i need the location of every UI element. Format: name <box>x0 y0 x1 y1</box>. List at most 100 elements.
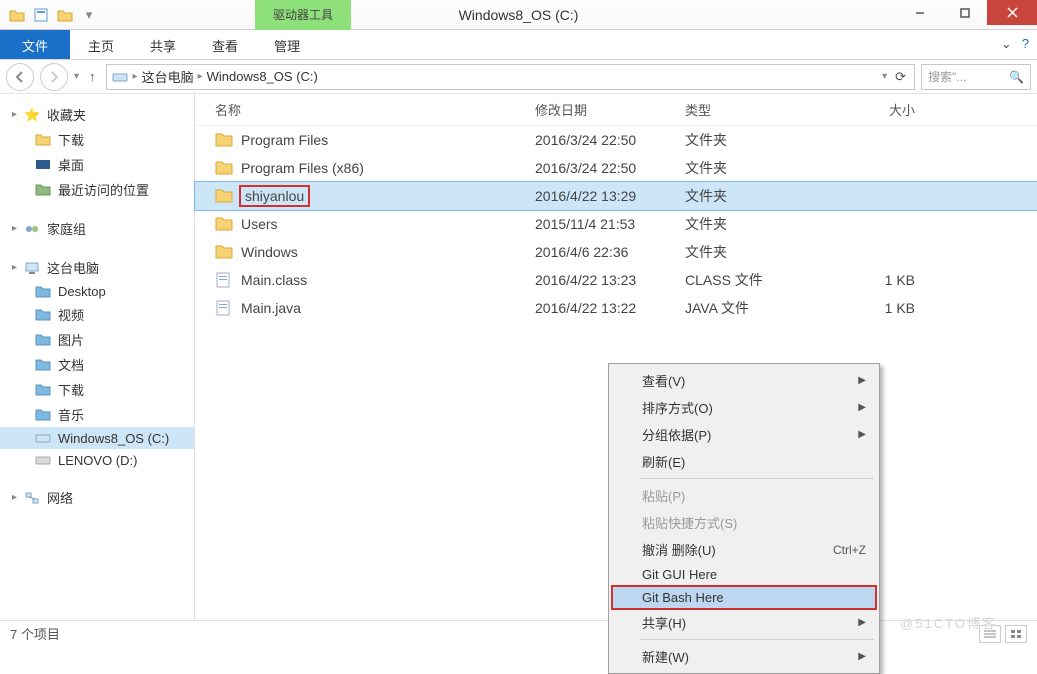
menu-item[interactable]: Git Bash Here <box>612 586 876 609</box>
chevron-right-icon: ▶ <box>858 617 866 628</box>
network-icon <box>23 490 41 506</box>
context-menu: 查看(V)▶排序方式(O)▶分组依据(P)▶刷新(E)粘贴(P)粘贴快捷方式(S… <box>608 363 880 674</box>
minimize-button[interactable] <box>897 0 942 25</box>
folder-icon <box>215 244 233 260</box>
file-name: Windows <box>241 244 298 260</box>
file-date: 2016/3/24 22:50 <box>535 132 685 148</box>
file-date: 2016/4/22 13:22 <box>535 300 685 316</box>
menu-label: 刷新(E) <box>642 452 685 471</box>
properties-icon[interactable] <box>30 4 52 26</box>
tree-network[interactable]: ▸ 网络 <box>0 485 194 510</box>
folder-icon <box>34 307 52 323</box>
file-name: Program Files <box>241 132 328 148</box>
tree-favorites[interactable]: ▸ ⭐ 收藏夹 <box>0 102 194 127</box>
item-count: 7 个项目 <box>10 624 60 643</box>
menu-item[interactable]: 排序方式(O) ▶ <box>612 394 876 421</box>
tab-home[interactable]: 主页 <box>70 30 132 59</box>
file-name: Main.class <box>241 272 307 288</box>
navigation-tree[interactable]: ▸ ⭐ 收藏夹 下载 桌面 最近访问的位置 ▸ 家庭组 ▸ 这台电脑 Deskt… <box>0 94 195 620</box>
folder-icon <box>34 357 52 373</box>
menu-item[interactable]: Git GUI Here <box>612 563 876 586</box>
menu-item[interactable]: 新建(W) ▶ <box>612 643 876 670</box>
menu-label: 撤消 删除(U) <box>642 540 716 559</box>
tree-item[interactable]: 图片 <box>0 327 194 352</box>
menu-item[interactable]: 撤消 删除(U)Ctrl+Z <box>612 536 876 563</box>
tree-item[interactable]: Desktop <box>0 280 194 302</box>
file-row[interactable]: Main.class2016/4/22 13:23CLASS 文件1 KB <box>195 266 1037 294</box>
new-folder-icon[interactable] <box>54 4 76 26</box>
chevron-icon: ▸ <box>12 223 17 234</box>
tree-downloads[interactable]: 下载 <box>0 127 194 152</box>
drive-icon <box>34 452 52 468</box>
tree-thispc[interactable]: ▸ 这台电脑 <box>0 255 194 280</box>
column-headers[interactable]: 名称 修改日期 类型 大小 <box>195 94 1037 126</box>
file-type: JAVA 文件 <box>685 298 835 318</box>
file-icon <box>215 272 233 288</box>
chevron-right-icon: ▶ <box>858 402 866 413</box>
icons-view-button[interactable] <box>1005 625 1027 643</box>
menu-item[interactable]: 刷新(E) <box>612 448 876 475</box>
maximize-button[interactable] <box>942 0 987 25</box>
qat-dropdown-icon[interactable]: ▾ <box>78 4 100 26</box>
breadcrumb-path[interactable]: Windows8_OS (C:) <box>207 69 318 84</box>
breadcrumb-root[interactable]: 这台电脑 <box>142 67 194 86</box>
col-date[interactable]: 修改日期 <box>535 100 685 119</box>
menu-item[interactable]: 查看(V)▶ <box>612 367 876 394</box>
folder-icon <box>34 407 52 423</box>
menu-item[interactable]: 共享(H)▶ <box>612 609 876 636</box>
ribbon-expand-icon[interactable]: ⌄ <box>1001 36 1012 52</box>
file-row[interactable]: Users2015/11/4 21:53文件夹 <box>195 210 1037 238</box>
tab-file[interactable]: 文件 <box>0 30 70 59</box>
tree-recent[interactable]: 最近访问的位置 <box>0 177 194 202</box>
search-icon: 🔍 <box>1009 70 1024 84</box>
chevron-down-icon[interactable]: ▾ <box>882 71 887 82</box>
file-row[interactable]: Main.java2016/4/22 13:22JAVA 文件1 KB <box>195 294 1037 322</box>
watermark: @51CTO博客 <box>900 613 997 632</box>
chevron-right-icon: ▶ <box>858 651 866 662</box>
menu-item[interactable]: 分组依据(P)▶ <box>612 421 876 448</box>
tree-drive-d[interactable]: LENOVO (D:) <box>0 449 194 471</box>
chevron-right-icon[interactable]: ▸ <box>133 71 138 82</box>
up-button[interactable]: ↑ <box>85 69 100 84</box>
file-name: Main.java <box>241 300 301 316</box>
tree-item[interactable]: 文档 <box>0 352 194 377</box>
file-name: shiyanlou <box>241 187 308 205</box>
back-button[interactable] <box>6 63 34 91</box>
recent-dropdown-icon[interactable]: ▾ <box>74 71 79 82</box>
menu-label: 新建(W) <box>642 647 689 666</box>
tree-item[interactable]: 下载 <box>0 377 194 402</box>
contextual-tooltab: 驱动器工具 <box>255 0 351 30</box>
chevron-right-icon[interactable]: ▸ <box>198 71 203 82</box>
tree-drive-c[interactable]: Windows8_OS (C:) <box>0 427 194 449</box>
menu-label: 排序方式(O) <box>642 398 713 417</box>
tree-item[interactable]: 视频 <box>0 302 194 327</box>
tab-view[interactable]: 查看 <box>194 30 256 59</box>
computer-icon <box>23 260 41 276</box>
file-row[interactable]: Windows2016/4/6 22:36文件夹 <box>195 238 1037 266</box>
col-size[interactable]: 大小 <box>835 100 915 119</box>
col-type[interactable]: 类型 <box>685 100 835 119</box>
tab-share[interactable]: 共享 <box>132 30 194 59</box>
file-row[interactable]: shiyanlou2016/4/22 13:29文件夹 <box>195 182 1037 210</box>
tree-homegroup[interactable]: ▸ 家庭组 <box>0 216 194 241</box>
recent-icon <box>34 182 52 198</box>
tree-desktop[interactable]: 桌面 <box>0 152 194 177</box>
folder-icon <box>215 132 233 148</box>
file-row[interactable]: Program Files2016/3/24 22:50文件夹 <box>195 126 1037 154</box>
tree-item[interactable]: 音乐 <box>0 402 194 427</box>
folder-icon <box>34 332 52 348</box>
search-input[interactable]: 搜索"... 🔍 <box>921 64 1031 90</box>
help-icon[interactable]: ? <box>1022 36 1029 52</box>
file-date: 2015/11/4 21:53 <box>535 216 685 232</box>
forward-button[interactable] <box>40 63 68 91</box>
file-date: 2016/4/22 13:23 <box>535 272 685 288</box>
close-button[interactable] <box>987 0 1037 25</box>
chevron-icon: ▸ <box>12 262 17 273</box>
drive-icon <box>34 430 52 446</box>
breadcrumb[interactable]: ▸ 这台电脑 ▸ Windows8_OS (C:) ▾ ⟳ <box>106 64 915 90</box>
chevron-right-icon: ▶ <box>858 429 866 440</box>
col-name[interactable]: 名称 <box>215 100 535 119</box>
refresh-icon[interactable]: ⟳ <box>891 69 910 85</box>
file-row[interactable]: Program Files (x86)2016/3/24 22:50文件夹 <box>195 154 1037 182</box>
tab-manage[interactable]: 管理 <box>256 30 318 59</box>
